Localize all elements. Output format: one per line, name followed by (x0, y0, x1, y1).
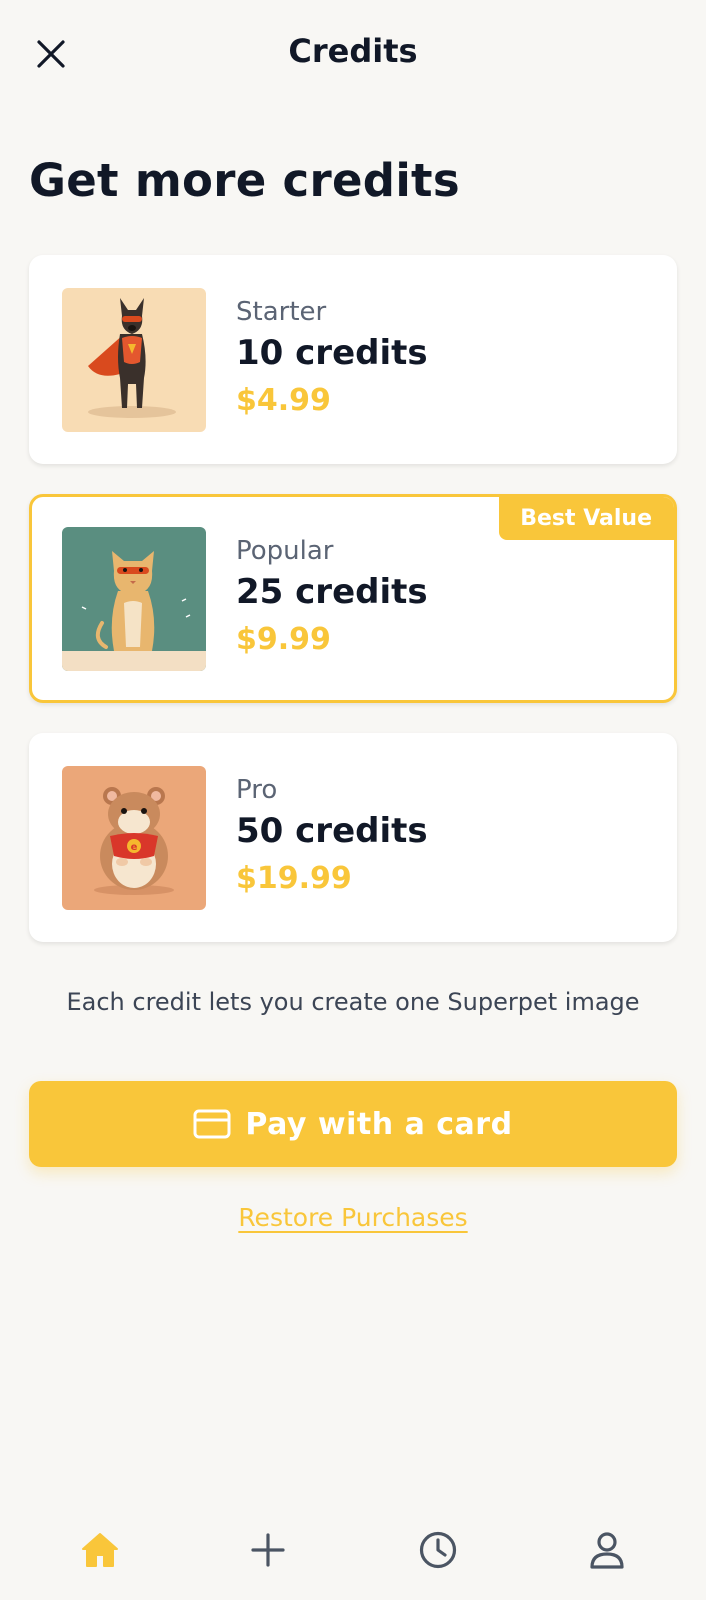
pack-price: $4.99 (236, 383, 331, 418)
svg-text:e: e (131, 842, 138, 853)
pack-price: $19.99 (236, 861, 352, 896)
pay-with-card-button[interactable]: Pay with a card (29, 1081, 677, 1167)
clock-icon (419, 1531, 457, 1569)
pack-name: Pro (236, 775, 278, 805)
nav-create[interactable] (245, 1527, 291, 1573)
top-bar: Credits (0, 0, 706, 110)
credit-pack-starter[interactable]: Starter 10 credits $4.99 (29, 255, 677, 464)
superhero-dog-image (62, 288, 206, 432)
credit-pack-popular[interactable]: Best Value Popular 25 credits $9.99 (29, 494, 677, 703)
credit-pack-pro[interactable]: e Pro 50 credits $19.99 (29, 733, 677, 942)
nav-history[interactable] (415, 1527, 461, 1573)
pack-name: Popular (236, 536, 334, 566)
pack-credits: 10 credits (236, 333, 428, 373)
pack-credits: 25 credits (236, 572, 428, 612)
best-value-badge: Best Value (499, 497, 674, 540)
home-icon (82, 1533, 118, 1567)
pack-credits: 50 credits (236, 811, 428, 851)
page-title: Credits (288, 32, 418, 70)
plus-icon (251, 1533, 285, 1567)
superhero-cat-image (62, 527, 206, 671)
nav-profile[interactable] (584, 1527, 630, 1573)
pack-name: Starter (236, 297, 327, 327)
pack-details: Starter 10 credits $4.99 (236, 295, 428, 425)
pay-button-label: Pay with a card (245, 1106, 513, 1142)
credit-card-icon (193, 1109, 231, 1139)
restore-purchases-link[interactable]: Restore Purchases (0, 1203, 706, 1232)
pack-price: $9.99 (236, 622, 331, 657)
superhero-hamster-image: e (62, 766, 206, 910)
bottom-navigation (0, 1500, 706, 1600)
pack-details: Popular 25 credits $9.99 (236, 534, 428, 664)
section-heading: Get more credits (29, 154, 460, 207)
pack-details: Pro 50 credits $19.99 (236, 773, 428, 903)
user-icon (590, 1532, 624, 1569)
credit-info-text: Each credit lets you create one Superpet… (66, 988, 640, 1016)
nav-home[interactable] (77, 1527, 123, 1573)
